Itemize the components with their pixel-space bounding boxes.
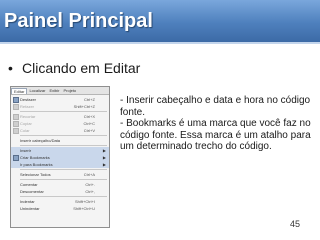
edit-menu-dropdown: Desfazer Ctrl+Z Refazer Shift+Ctrl+Z Rec…	[11, 95, 109, 212]
menu-item-label: Comentar	[20, 182, 38, 187]
menu-editar[interactable]: Editar	[11, 87, 28, 94]
menu-localizar[interactable]: Localizar	[27, 88, 47, 93]
menu-item-label: Inserir	[20, 148, 32, 153]
menu-exibir[interactable]: Exibir	[47, 88, 61, 93]
menu-item-label: Descomentar	[20, 189, 44, 194]
submenu-arrow-icon: ▶	[102, 162, 106, 167]
menu-item-shortcut: Ctrl+V	[83, 128, 95, 133]
title-divider	[0, 42, 320, 44]
menu-item-shortcut: Shift+Ctrl+I	[74, 199, 95, 204]
description-line-bookmarks: - Bookmarks é uma marca que você faz no …	[120, 118, 311, 152]
submenu-arrow-icon: ▶	[102, 155, 106, 160]
menu-item-shortcut: Ctrl+,	[85, 189, 95, 194]
menu-item-criar-bookmarks[interactable]: Criar Bookmarks ▶	[11, 154, 109, 161]
menu-item-label: Criar Bookmarks	[20, 155, 50, 160]
description-text: - Inserir cabeçalho e data e hora no cód…	[120, 95, 312, 153]
menu-item-shortcut: Ctrl+X	[83, 114, 95, 119]
menu-item-label: Ir para Bookmarks	[20, 162, 53, 167]
menu-item-label: Colar	[20, 128, 30, 133]
menu-item-copiar[interactable]: Copiar Ctrl+C	[11, 120, 109, 127]
bullet-dot-icon: •	[8, 60, 13, 76]
menu-bar: Editar Localizar Exibir Projeto	[11, 87, 109, 95]
menu-item-label: Selecionar Todos	[20, 172, 51, 177]
bullet-item: • Clicando em Editar	[8, 60, 140, 76]
menu-item-label: Recortar	[20, 114, 36, 119]
menu-item-colar[interactable]: Colar Ctrl+V	[11, 127, 109, 134]
paste-icon	[13, 128, 19, 134]
menu-item-label: Indentar	[20, 199, 35, 204]
menu-item-comentar[interactable]: Comentar Ctrl+.	[11, 181, 109, 188]
menu-projeto[interactable]: Projeto	[61, 88, 78, 93]
page-number: 45	[290, 219, 301, 229]
menu-item-desfazer[interactable]: Desfazer Ctrl+Z	[11, 96, 109, 103]
menu-item-label: Unindentar	[20, 206, 40, 211]
slide-title: Painel Principal	[4, 10, 153, 32]
menu-separator	[20, 196, 107, 197]
title-bar: Painel Principal	[0, 0, 320, 42]
menu-item-shortcut: Ctrl+.	[85, 182, 95, 187]
menu-item-shortcut: Ctrl+A	[83, 172, 95, 177]
menu-item-label: Refazer	[20, 104, 35, 109]
menu-item-inserir[interactable]: Inserir ▶	[11, 147, 109, 154]
menu-item-shortcut: Ctrl+Z	[84, 97, 95, 102]
menu-item-unindentar[interactable]: Unindentar Shift+Ctrl+U	[11, 205, 109, 212]
menu-item-indentar[interactable]: Indentar Shift+Ctrl+I	[11, 198, 109, 205]
menu-item-refazer[interactable]: Refazer Shift+Ctrl+Z	[11, 103, 109, 110]
menu-item-ir-para-bookmarks[interactable]: Ir para Bookmarks ▶	[11, 161, 109, 168]
menu-item-descomentar[interactable]: Descomentar Ctrl+,	[11, 188, 109, 195]
menu-item-recortar[interactable]: Recortar Ctrl+X	[11, 113, 109, 120]
description-line-header: - Inserir cabeçalho e data e hora no cód…	[120, 95, 311, 118]
edit-menu-screenshot: Editar Localizar Exibir Projeto Desfazer…	[10, 86, 110, 228]
menu-separator	[20, 145, 107, 146]
menu-item-label: Desfazer	[20, 97, 37, 102]
menu-item-label: Copiar	[20, 121, 32, 126]
bullet-text: Clicando em Editar	[22, 60, 141, 76]
menu-item-label: Inserir cabeçalho/Data	[20, 138, 61, 143]
menu-item-shortcut: Ctrl+C	[83, 121, 95, 126]
menu-separator	[20, 111, 107, 112]
menu-separator	[20, 135, 107, 136]
submenu-arrow-icon: ▶	[102, 148, 106, 153]
menu-separator	[20, 179, 107, 180]
menu-item-shortcut: Shift+Ctrl+Z	[73, 104, 95, 109]
redo-icon	[13, 104, 19, 110]
menu-item-selecionar-todos[interactable]: Selecionar Todos Ctrl+A	[11, 171, 109, 178]
menu-separator	[20, 169, 107, 170]
menu-item-shortcut: Shift+Ctrl+U	[73, 206, 95, 211]
menu-item-inserir-cabecalho[interactable]: Inserir cabeçalho/Data	[11, 137, 109, 144]
